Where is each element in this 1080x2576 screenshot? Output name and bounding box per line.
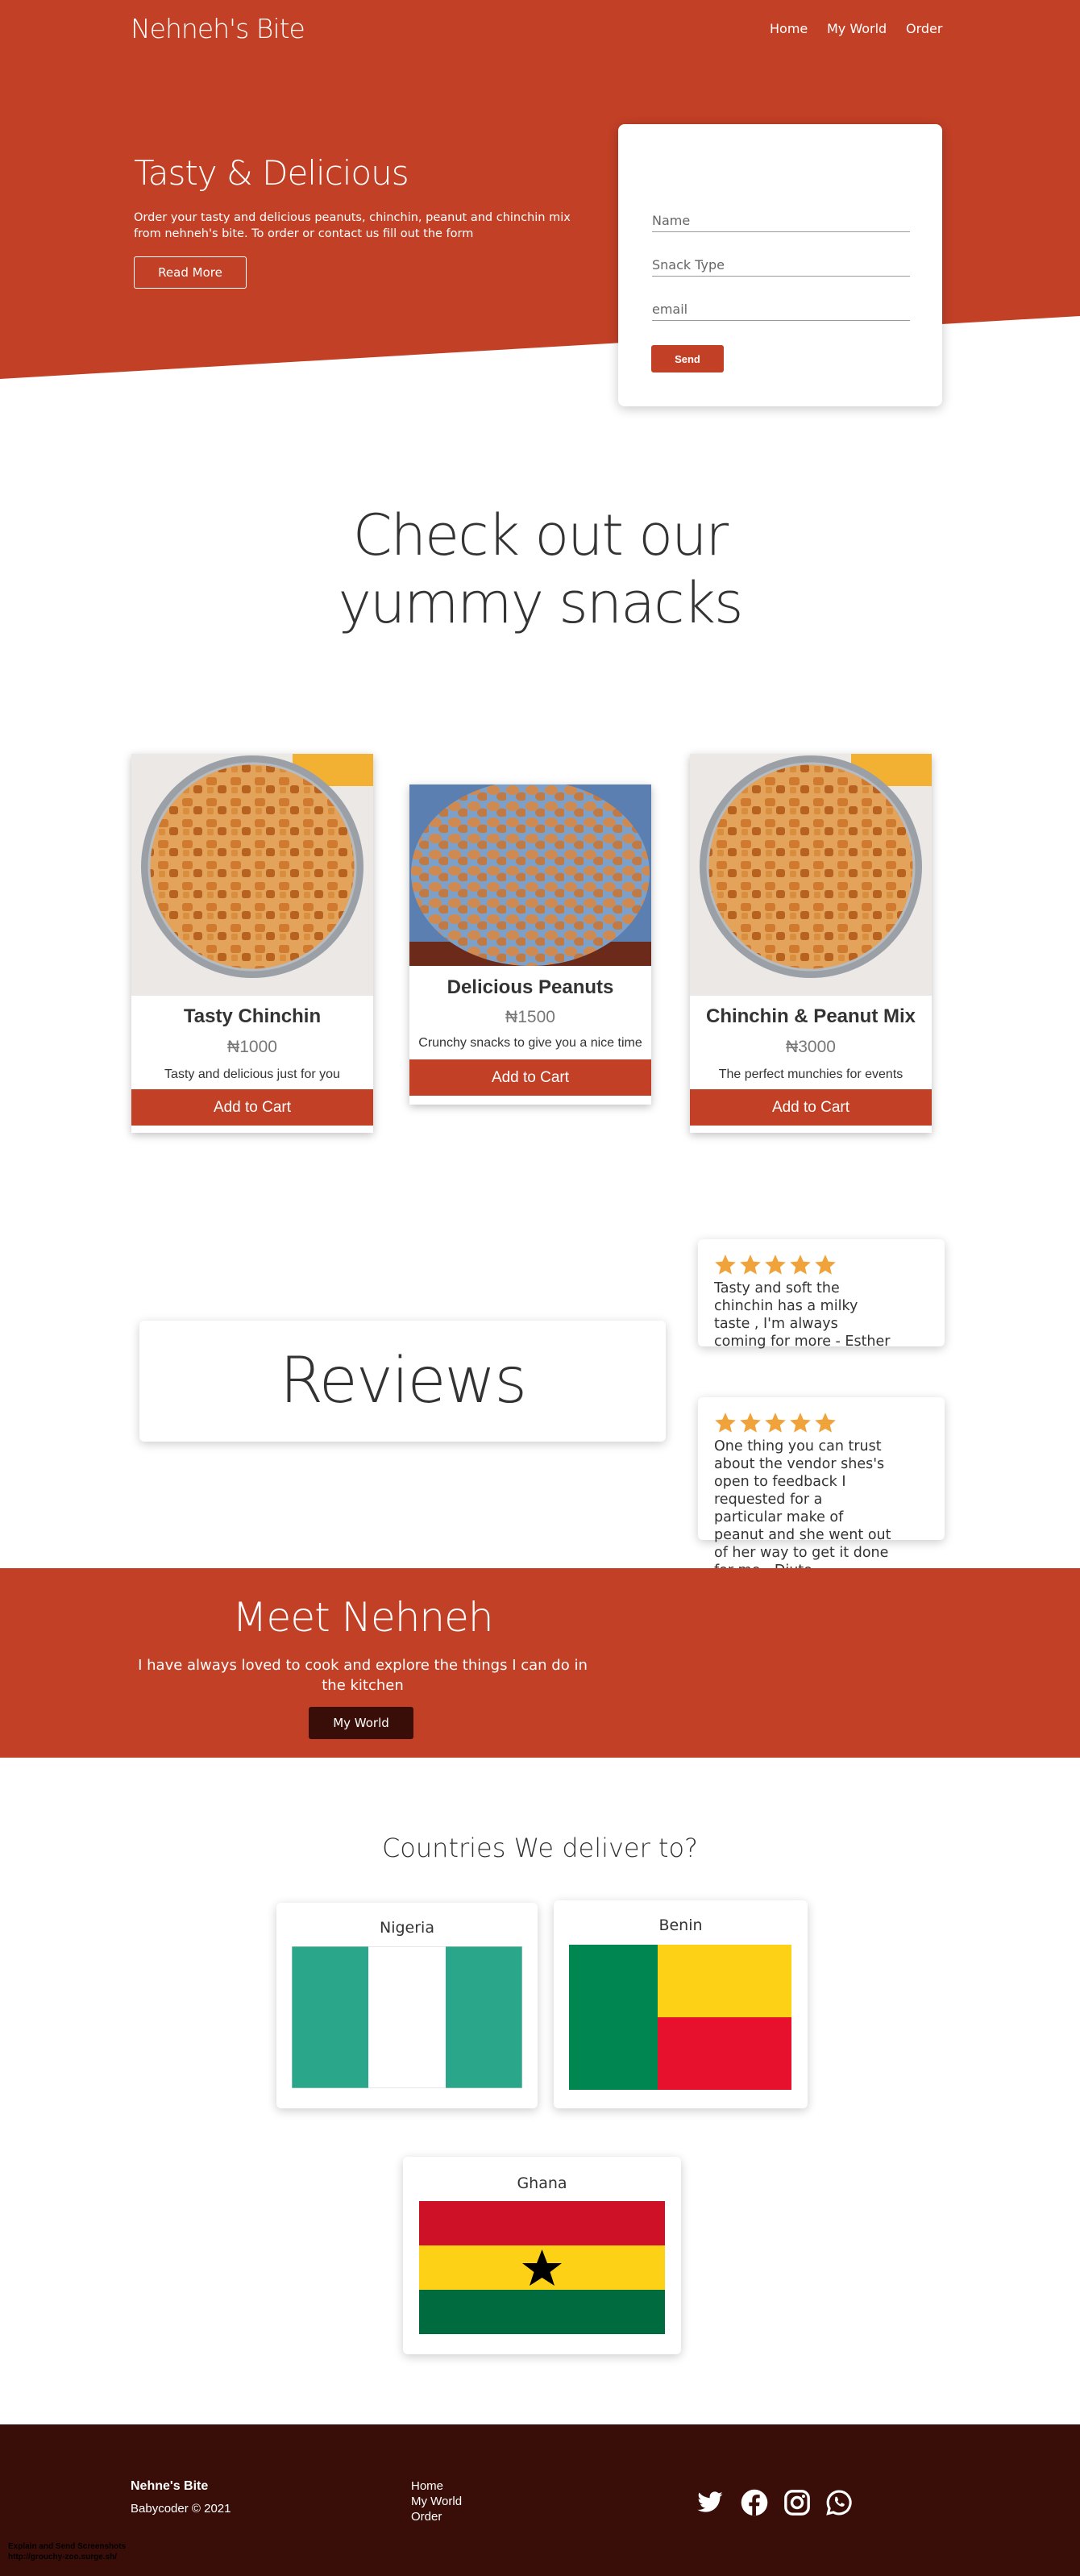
chinchin-image	[131, 754, 373, 996]
meet-section: Meet Nehneh I have always loved to cook …	[0, 1568, 1080, 1758]
rating-stars	[714, 1412, 837, 1434]
add-to-cart-button[interactable]: Add to Cart	[131, 1089, 373, 1126]
instagram-icon[interactable]	[783, 2489, 811, 2516]
star-icon	[740, 1413, 761, 1433]
my-world-button[interactable]: My World	[309, 1707, 413, 1739]
country-card-benin: Benin	[554, 1900, 808, 2108]
add-to-cart-button[interactable]: Add to Cart	[690, 1089, 932, 1126]
footer-link-home[interactable]: Home	[411, 2479, 443, 2493]
star-icon	[815, 1413, 836, 1433]
country-name: Benin	[658, 1916, 703, 1934]
snack-title: Delicious Peanuts	[447, 976, 614, 998]
nav-order[interactable]: Order	[906, 21, 942, 36]
hero-description: Order your tasty and delicious peanuts, …	[134, 211, 571, 240]
snack-price: ₦1500	[505, 1008, 555, 1026]
read-more-button[interactable]: Read More	[134, 256, 247, 289]
star-icon	[715, 1255, 736, 1275]
snack-card-mix: Chinchin & Peanut Mix ₦3000 The perfect …	[690, 754, 932, 1133]
rating-stars	[714, 1254, 837, 1276]
snack-description: Tasty and delicious just for you	[164, 1067, 340, 1081]
countries-heading: Countries We deliver to?	[381, 1833, 699, 1863]
snacks-heading-line2: yummy snacks	[338, 570, 743, 636]
site-brand[interactable]: Nehneh's Bite	[131, 13, 305, 44]
snack-card-chinchin: Tasty Chinchin ₦1000 Tasty and delicious…	[131, 754, 373, 1133]
review-card: Tasty and soft the chinchin has a milky …	[698, 1239, 945, 1350]
footer: Nehne's Bite Babycoder © 2021 Home My Wo…	[0, 2424, 1080, 2576]
star-icon	[765, 1413, 786, 1433]
order-form: Name Snack Type email Send	[618, 124, 942, 406]
whatsapp-icon[interactable]	[825, 2489, 853, 2516]
country-card-ghana: Ghana	[403, 2157, 681, 2354]
meet-title: Meet Nehneh	[232, 1594, 493, 1641]
snack-type-input[interactable]: Snack Type	[652, 251, 910, 277]
snack-description: Crunchy snacks to give you a nice time	[418, 1036, 642, 1050]
nav-home[interactable]: Home	[770, 21, 808, 36]
star-icon	[790, 1255, 811, 1275]
watermark-line-2[interactable]: http://grouchy-zoo.surge.sh/	[8, 2553, 117, 2561]
snack-card-peanuts: Delicious Peanuts ₦1500 Crunchy snacks t…	[409, 784, 651, 1105]
twitter-icon[interactable]	[696, 2489, 724, 2516]
snack-price: ₦1000	[227, 1038, 277, 1056]
benin-flag	[569, 1945, 791, 2090]
snack-description: The perfect munchies for events	[718, 1067, 903, 1081]
nav-my-world[interactable]: My World	[827, 21, 887, 36]
footer-link-my-world[interactable]: My World	[411, 2495, 462, 2508]
reviews-heading: Reviews	[139, 1321, 666, 1442]
star-icon	[715, 1413, 736, 1433]
star-icon	[740, 1255, 761, 1275]
snack-price: ₦3000	[786, 1038, 836, 1056]
star-icon	[815, 1255, 836, 1275]
hero-title: Tasty & Delicious	[134, 153, 409, 193]
review-card: One thing you can trust about the vendor…	[698, 1397, 945, 1579]
footer-link-order[interactable]: Order	[411, 2510, 442, 2524]
nigeria-flag	[292, 1946, 522, 2088]
footer-copyright: Babycoder © 2021	[131, 2502, 231, 2516]
star-icon	[765, 1255, 786, 1275]
add-to-cart-button[interactable]: Add to Cart	[409, 1059, 651, 1096]
star-icon	[790, 1413, 811, 1433]
snacks-heading-line1: Check out our	[352, 502, 729, 568]
snack-title: Tasty Chinchin	[183, 1005, 322, 1027]
send-button[interactable]: Send	[651, 345, 724, 372]
review-text: One thing you can trust about the vendor…	[714, 1438, 891, 1579]
watermark-line-1: Explain and Send Screenshots	[8, 2542, 127, 2551]
ghana-flag	[419, 2201, 665, 2334]
country-card-nigeria: Nigeria	[276, 1903, 538, 2108]
chinchin-image	[690, 754, 932, 996]
country-name: Nigeria	[380, 1919, 434, 1937]
review-text: Tasty and soft the chinchin has a milky …	[714, 1280, 891, 1350]
country-name: Ghana	[517, 2174, 567, 2192]
name-input[interactable]: Name	[652, 206, 910, 232]
email-input[interactable]: email	[652, 295, 910, 321]
meet-text: I have always loved to cook and explore …	[138, 1657, 588, 1694]
facebook-icon[interactable]	[741, 2489, 768, 2516]
footer-brand: Nehne's Bite	[131, 2479, 209, 2493]
snack-title: Chinchin & Peanut Mix	[705, 1005, 916, 1027]
peanuts-image	[409, 784, 651, 966]
